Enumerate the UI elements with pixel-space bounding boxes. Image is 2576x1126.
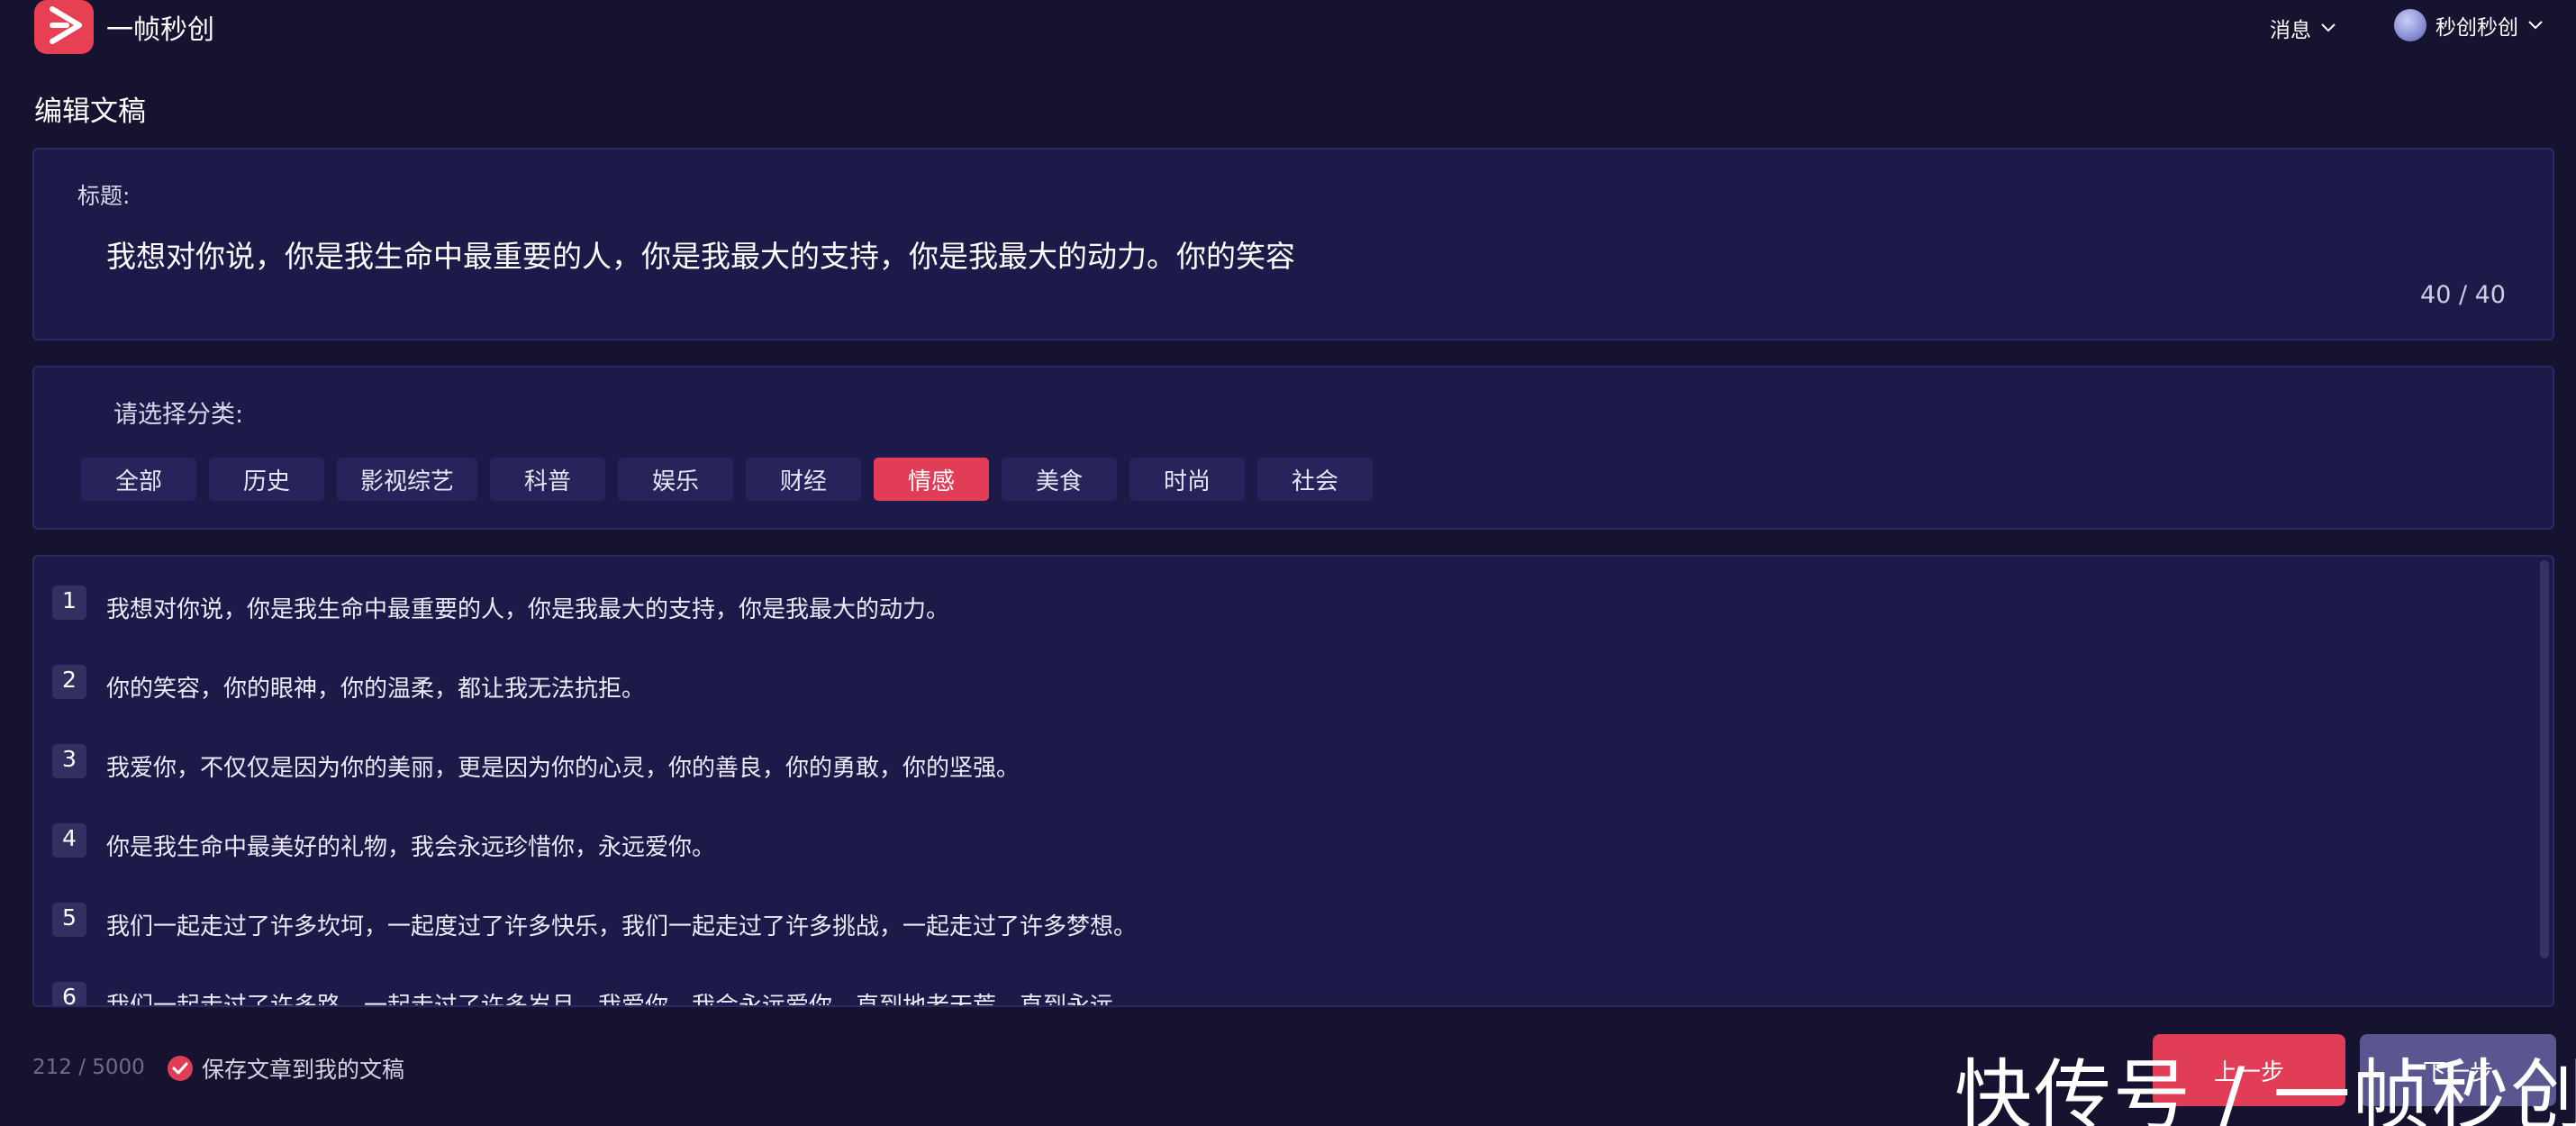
category-chip[interactable]: 财经 (746, 458, 862, 501)
chevron-down-icon (2320, 23, 2336, 33)
line-number: 3 (52, 743, 86, 778)
line-text[interactable]: 我想对你说，你是我生命中最重要的人，你是我最大的支持，你是我最大的动力。 (106, 591, 949, 624)
word-count: 212 / 5000 (32, 1056, 145, 1079)
play-logo-icon (50, 6, 82, 44)
line-number: 4 (52, 822, 86, 858)
line-number: 2 (52, 664, 86, 699)
watermark: 快传号 / 一帧秒创 (1955, 1051, 2576, 1126)
line-text[interactable]: 我们一起走过了许多路，一起走过了许多岁月，我爱你，我会永远爱你，直到地老天荒，直… (106, 987, 1137, 1005)
save-to-drafts-checkbox[interactable]: 保存文章到我的文稿 (168, 1052, 404, 1085)
top-header: 一帧秒创 消息 秒创秒创 (0, 0, 2576, 63)
manuscript-content[interactable]: 1 我想对你说，你是我生命中最重要的人，你是我最大的支持，你是我最大的动力。 2 你的… (32, 555, 2554, 1007)
title-char-counter: 40 / 40 (2420, 281, 2506, 309)
avatar (2394, 9, 2426, 41)
category-chip[interactable]: 社会 (1257, 458, 1374, 501)
user-menu[interactable]: 秒创秒创 (2394, 9, 2544, 41)
user-name: 秒创秒创 (2435, 16, 2518, 40)
category-label: 请选择分类: (113, 401, 244, 429)
content-line[interactable]: 2 你的笑容，你的眼神，你的温柔，都让我无法抗拒。 (52, 659, 645, 704)
line-number: 1 (52, 585, 86, 620)
category-chip[interactable]: 娱乐 (618, 458, 734, 501)
title-label: 标题: (77, 183, 131, 209)
category-chip[interactable]: 情感 (874, 458, 990, 501)
category-chip[interactable]: 全部 (81, 458, 196, 501)
category-chip[interactable]: 历史 (209, 458, 324, 501)
save-to-drafts-label: 保存文章到我的文稿 (202, 1057, 405, 1083)
check-icon (168, 1056, 193, 1081)
category-chip[interactable]: 美食 (1002, 458, 1118, 501)
category-chip[interactable]: 科普 (490, 458, 606, 501)
line-text[interactable]: 我们一起走过了许多坎坷，一起度过了许多快乐，我们一起走过了许多挑战，一起走过了许… (106, 908, 1137, 941)
app-logo-icon[interactable] (34, 0, 94, 54)
content-line[interactable]: 6 我们一起走过了许多路，一起走过了许多岁月，我爱你，我会永远爱你，直到地老天荒，… (52, 976, 1137, 1005)
line-text[interactable]: 你是我生命中最美好的礼物，我会永远珍惜你，永远爱你。 (106, 829, 715, 862)
category-chips: 全部 历史 影视综艺 科普 娱乐 财经 情感 美食 时尚 社会 (81, 458, 1374, 501)
line-text[interactable]: 你的笑容，你的眼神，你的温柔，都让我无法抗拒。 (106, 670, 645, 704)
chevron-down-icon (2527, 20, 2544, 31)
scrollbar[interactable] (2540, 560, 2549, 958)
content-line[interactable]: 5 我们一起走过了许多坎坷，一起度过了许多快乐，我们一起走过了许多挑战，一起走过了… (52, 897, 1137, 941)
line-number: 5 (52, 902, 86, 937)
line-text[interactable]: 我爱你，不仅仅是因为你的美丽，更是因为你的心灵，你的善良，你的勇敢，你的坚强。 (106, 749, 1020, 783)
category-chip[interactable]: 影视综艺 (337, 458, 478, 501)
messages-label: 消息 (2270, 19, 2311, 42)
edit-manuscript-page: 一帧秒创 消息 秒创秒创 编辑文稿 标题: 我想对你说，你是我生命中最重要的人，… (0, 0, 2576, 1126)
content-line[interactable]: 4 你是我生命中最美好的礼物，我会永远珍惜你，永远爱你。 (52, 818, 715, 862)
category-section: 请选择分类: 全部 历史 影视综艺 科普 娱乐 财经 情感 美食 时尚 社会 (32, 366, 2554, 530)
line-number: 6 (52, 981, 86, 1005)
title-section: 标题: 我想对你说，你是我生命中最重要的人，你是我最大的支持，你是我最大的动力。… (32, 148, 2554, 341)
messages-menu[interactable]: 消息 (2270, 13, 2336, 43)
content-line[interactable]: 1 我想对你说，你是我生命中最重要的人，你是我最大的支持，你是我最大的动力。 (52, 580, 949, 624)
content-line[interactable]: 3 我爱你，不仅仅是因为你的美丽，更是因为你的心灵，你的善良，你的勇敢，你的坚强。 (52, 739, 1020, 783)
page-title: 编辑文稿 (34, 95, 146, 128)
app-name: 一帧秒创 (106, 14, 214, 46)
title-input[interactable]: 我想对你说，你是我生命中最重要的人，你是我最大的支持，你是我最大的动力。你的笑容 (106, 232, 1295, 276)
category-chip[interactable]: 时尚 (1129, 458, 1246, 501)
